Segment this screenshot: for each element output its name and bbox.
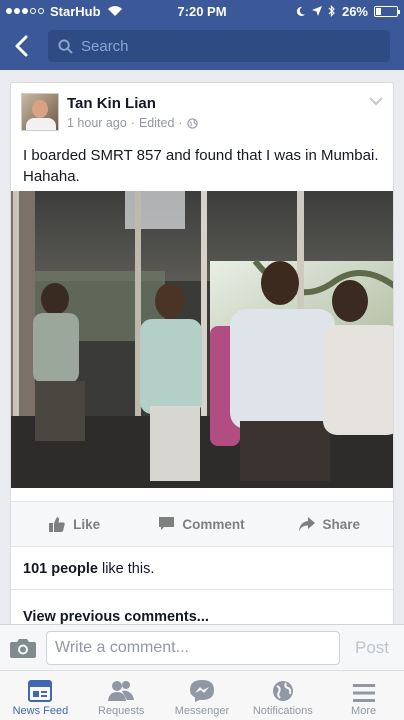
- likes-count[interactable]: 101 people: [23, 561, 98, 577]
- view-previous-comments-link[interactable]: View previous comments...: [23, 609, 209, 625]
- globe-icon: [272, 681, 293, 701]
- comment-bubble-icon: [159, 517, 175, 530]
- likes-summary[interactable]: 101 people like this.: [23, 561, 154, 577]
- status-bar: StarHub 7:20 PM 26%: [0, 0, 404, 22]
- comment-button[interactable]: Comment: [138, 502, 265, 546]
- tab-news-feed[interactable]: News Feed: [0, 671, 81, 720]
- tab-messenger[interactable]: Messenger: [162, 671, 243, 720]
- author-name[interactable]: Tan Kin Lian: [67, 95, 198, 112]
- comment-placeholder: Write a comment...: [55, 638, 189, 656]
- location-arrow-icon: [311, 6, 322, 16]
- edited-label[interactable]: Edited: [139, 116, 174, 130]
- news-feed-icon: [28, 680, 53, 702]
- likes-suffix: like this.: [101, 561, 155, 577]
- post-comment-button[interactable]: Post: [350, 638, 394, 658]
- tab-bar: News Feed Requests Messenger Notificatio…: [0, 670, 404, 720]
- globe-privacy-icon: [186, 117, 198, 129]
- messenger-icon: [189, 680, 214, 702]
- post-card: Tan Kin Lian 1 hour ago · Edited · I boa…: [10, 82, 394, 642]
- share-arrow-icon: [298, 517, 315, 531]
- thumbs-up-icon: [49, 516, 65, 532]
- search-icon: [58, 38, 73, 54]
- carrier-label: StarHub: [50, 3, 101, 19]
- bus-interior-photo: [11, 191, 393, 488]
- comment-bar: Write a comment... Post: [0, 624, 404, 670]
- divider: [11, 589, 393, 590]
- search-input[interactable]: Search: [48, 30, 390, 62]
- tab-requests[interactable]: Requests: [81, 671, 162, 720]
- camera-icon[interactable]: [10, 638, 36, 658]
- top-bar: StarHub 7:20 PM 26% Search: [0, 0, 404, 70]
- post-time[interactable]: 1 hour ago: [67, 116, 127, 130]
- moon-icon: [296, 6, 306, 16]
- tab-more[interactable]: More: [323, 671, 404, 720]
- search-placeholder: Search: [81, 37, 129, 55]
- chevron-left-icon: [15, 35, 28, 57]
- back-button[interactable]: [10, 31, 32, 61]
- wifi-icon: [107, 6, 122, 16]
- share-button[interactable]: Share: [266, 502, 393, 546]
- post-text: I boarded SMRT 857 and found that I was …: [23, 147, 379, 185]
- menu-icon: [352, 684, 375, 702]
- battery-percent: 26%: [341, 3, 368, 19]
- bluetooth-icon: [328, 5, 335, 17]
- post-photo[interactable]: [11, 191, 393, 488]
- like-button[interactable]: Like: [11, 502, 138, 546]
- comment-input[interactable]: Write a comment...: [46, 630, 340, 665]
- friends-icon: [108, 681, 135, 701]
- signal-icon: [6, 8, 44, 14]
- post-options-chevron-icon[interactable]: [369, 97, 383, 106]
- post-actions: Like Comment Share: [11, 501, 393, 547]
- avatar[interactable]: [21, 93, 59, 131]
- clock: 7:20 PM: [177, 3, 227, 19]
- tab-notifications[interactable]: Notifications: [242, 671, 323, 720]
- battery-icon: [374, 5, 400, 17]
